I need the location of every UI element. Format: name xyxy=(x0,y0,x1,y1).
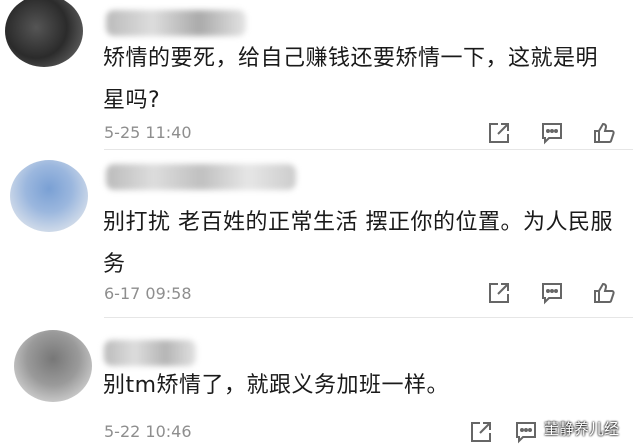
comment-timestamp: 6-17 09:58 xyxy=(104,284,192,303)
avatar[interactable] xyxy=(5,0,83,67)
username-blurred[interactable] xyxy=(106,164,296,190)
comment-item: 别打扰 老百姓的正常生活 摆正你的位置。为人民服务 6-17 09:58 xyxy=(0,150,633,318)
avatar[interactable] xyxy=(10,160,88,232)
avatar[interactable] xyxy=(14,330,92,402)
comment-item: 别tm矫情了，就跟义务加班一样。 5-22 10:46 xyxy=(0,318,633,447)
username-blurred[interactable] xyxy=(106,10,246,36)
watermark: 董静养儿经 xyxy=(543,420,619,438)
comment-timestamp: 5-25 11:40 xyxy=(104,123,192,142)
thumbs-up-icon[interactable] xyxy=(592,121,616,145)
share-icon[interactable] xyxy=(469,420,493,444)
comment-text: 别tm矫情了，就跟义务加班一样。 xyxy=(103,373,450,398)
share-icon[interactable] xyxy=(487,281,511,305)
username-blurred[interactable] xyxy=(104,340,196,366)
comment-icon[interactable] xyxy=(514,420,538,444)
thumbs-up-icon[interactable] xyxy=(592,281,616,305)
comment-icon[interactable] xyxy=(540,281,564,305)
share-icon[interactable] xyxy=(487,121,511,145)
comment-timestamp: 5-22 10:46 xyxy=(104,422,192,441)
comment-text: 矫情的要死，给自己赚钱还要矫情一下，这就是明星吗? xyxy=(103,46,599,113)
comment-item: 矫情的要死，给自己赚钱还要矫情一下，这就是明星吗? 5-25 11:40 xyxy=(0,0,633,150)
comment-icon[interactable] xyxy=(540,121,564,145)
comment-text: 别打扰 老百姓的正常生活 摆正你的位置。为人民服务 xyxy=(103,210,613,277)
